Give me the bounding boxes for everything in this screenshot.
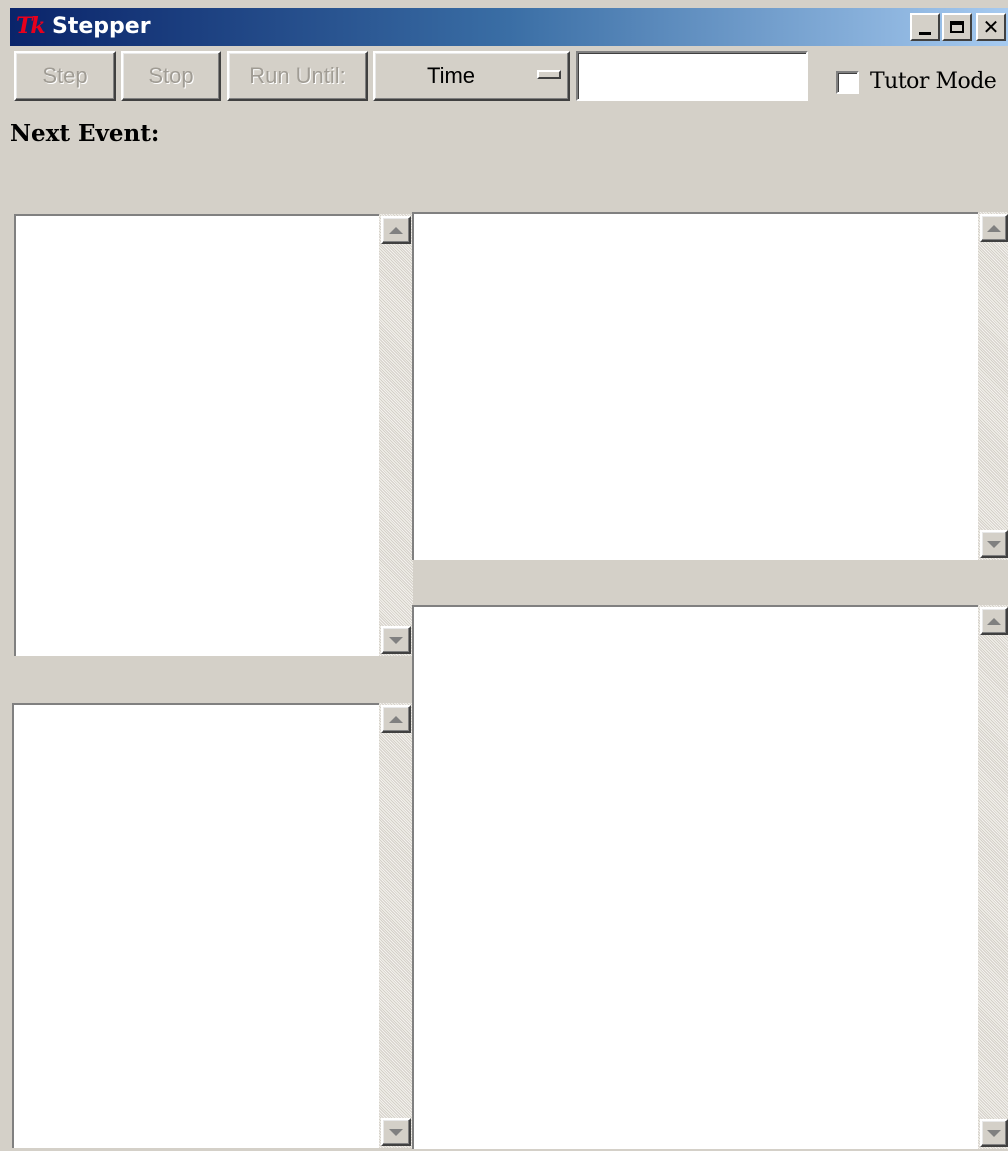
step-button[interactable]: Step: [14, 51, 116, 101]
arrow-down-icon: [389, 1128, 403, 1136]
title-bar-gradient[interactable]: [10, 8, 1008, 46]
scroll-up-button[interactable]: [381, 705, 411, 733]
run-until-button[interactable]: Run Until:: [227, 51, 368, 101]
scroll-down-button[interactable]: [980, 1119, 1008, 1147]
scroll-up-button[interactable]: [381, 216, 411, 244]
tutor-mode-checkbox[interactable]: [836, 71, 859, 94]
top-right-scrollbar[interactable]: [978, 212, 1008, 560]
arrow-up-icon: [987, 617, 1001, 625]
minimize-button[interactable]: [910, 13, 940, 41]
scroll-up-button[interactable]: [980, 214, 1008, 242]
close-icon: ✕: [982, 15, 1000, 39]
arrow-down-icon: [987, 540, 1001, 548]
arrow-down-icon: [389, 636, 403, 644]
scroll-down-button[interactable]: [381, 626, 411, 654]
stop-button[interactable]: Stop: [121, 51, 221, 101]
top-left-text-pane[interactable]: [14, 214, 380, 656]
mode-menu-value: Time: [426, 63, 476, 88]
bottom-right-scrollbar[interactable]: [978, 605, 1008, 1149]
scroll-down-button[interactable]: [381, 1118, 411, 1146]
minimize-icon: [919, 31, 931, 35]
bottom-left-text-pane[interactable]: [12, 703, 380, 1148]
bottom-left-scrollbar[interactable]: [379, 703, 413, 1148]
tk-logo: Tk: [16, 13, 46, 39]
arrow-down-icon: [987, 1129, 1001, 1137]
top-right-text-pane[interactable]: [412, 212, 982, 560]
arrow-up-icon: [987, 224, 1001, 232]
close-button[interactable]: ✕: [976, 13, 1006, 41]
scroll-up-button[interactable]: [980, 607, 1008, 635]
maximize-button[interactable]: [942, 13, 972, 41]
bottom-right-text-pane[interactable]: [412, 605, 982, 1149]
tutor-mode-label[interactable]: Tutor Mode: [870, 66, 997, 98]
scroll-down-button[interactable]: [980, 530, 1008, 558]
window-title: Stepper: [52, 14, 151, 39]
option-menu-indicator-icon: [537, 70, 561, 79]
next-event-label: Next Event:: [10, 120, 160, 147]
top-left-scrollbar[interactable]: [379, 214, 413, 656]
maximize-icon: [950, 21, 964, 33]
arrow-up-icon: [389, 715, 403, 723]
run-until-input[interactable]: [576, 51, 808, 101]
arrow-up-icon: [389, 226, 403, 234]
